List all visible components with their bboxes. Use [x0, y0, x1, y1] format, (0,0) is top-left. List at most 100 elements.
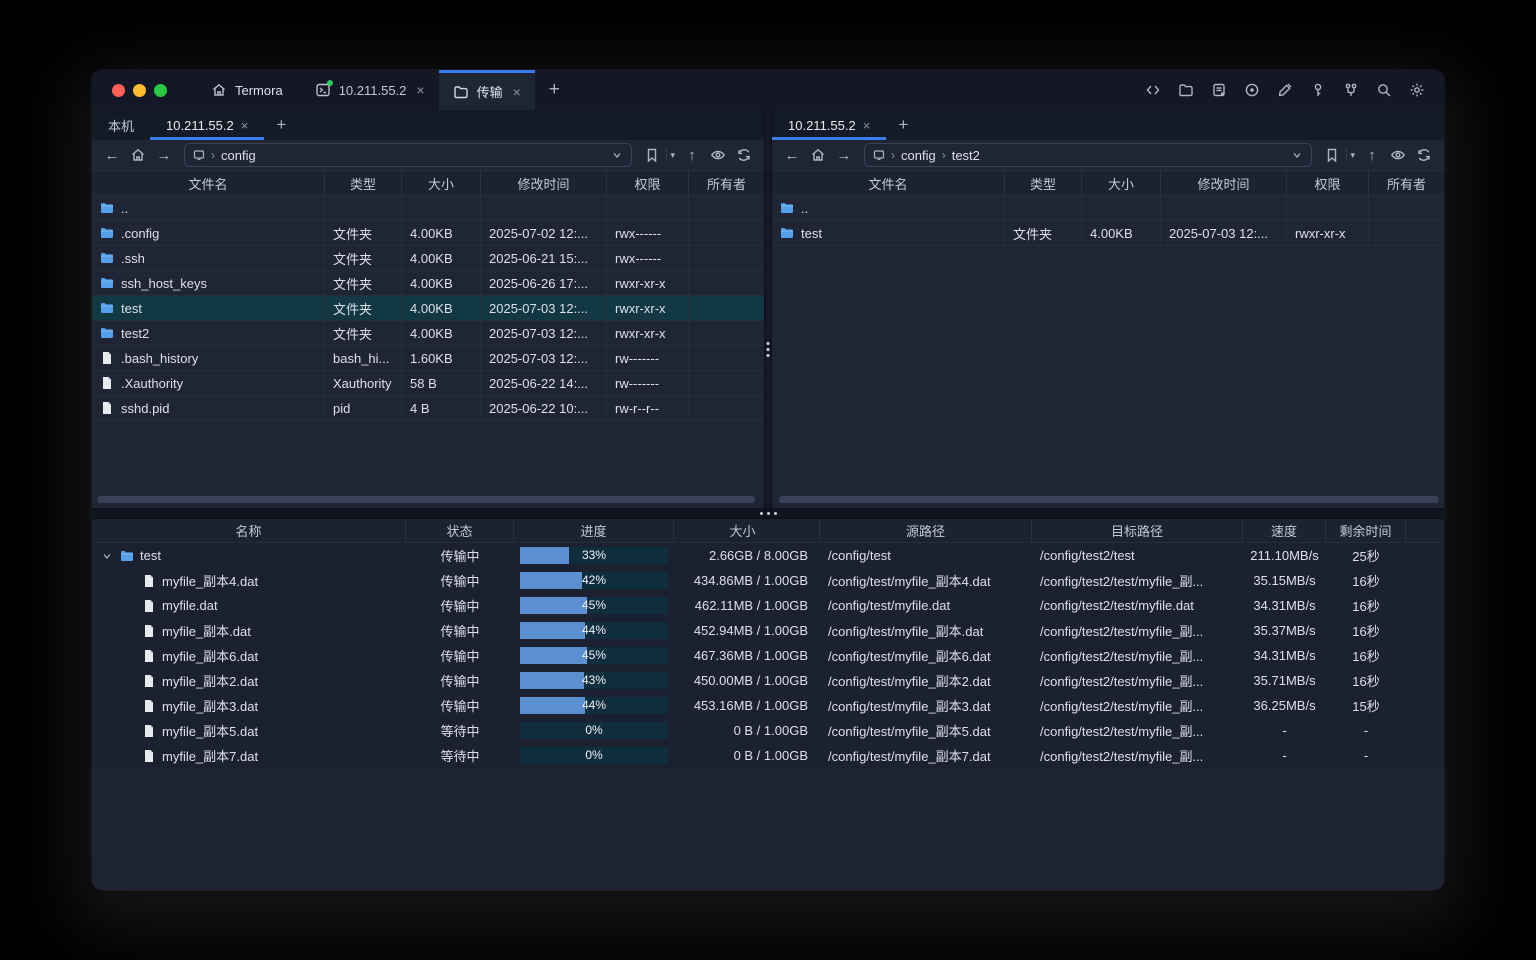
table-row[interactable]: ..: [772, 196, 1444, 221]
file-size: 4 B: [402, 396, 481, 420]
close-tab-icon[interactable]: ×: [241, 118, 249, 133]
path-segment[interactable]: config: [901, 148, 936, 163]
col-perm[interactable]: 权限: [607, 171, 689, 195]
edit-icon[interactable]: [1272, 77, 1298, 103]
table-row[interactable]: .config 文件夹 4.00KB 2025-07-02 12:... rwx…: [92, 221, 764, 246]
panel-splitter[interactable]: [764, 110, 772, 508]
home-button[interactable]: [126, 143, 150, 167]
table-row[interactable]: test 文件夹 4.00KB 2025-07-03 12:... rwxr-x…: [772, 221, 1444, 246]
bookmark-button[interactable]: [640, 143, 664, 167]
path-segment[interactable]: test2: [952, 148, 980, 163]
horizontal-scrollbar[interactable]: [779, 496, 1439, 503]
close-tab-icon[interactable]: ×: [513, 84, 521, 100]
new-tab-button[interactable]: +: [535, 70, 574, 110]
transfer-row[interactable]: myfile_副本7.dat 等待中 0% 0 B / 1.00GB /conf…: [92, 743, 1444, 768]
branch-icon[interactable]: [1338, 77, 1364, 103]
col-dst[interactable]: 目标路径: [1032, 519, 1243, 542]
col-status[interactable]: 状态: [406, 519, 514, 542]
col-owner[interactable]: 所有者: [689, 171, 764, 195]
caret-down-icon[interactable]: ▾: [666, 148, 678, 162]
table-row[interactable]: ..: [92, 196, 764, 221]
refresh-button[interactable]: [1412, 143, 1436, 167]
file-perm: [1287, 196, 1369, 220]
tab-remote[interactable]: 10.211.55.2 ×: [150, 110, 264, 140]
col-progress[interactable]: 进度: [514, 519, 674, 542]
transfer-row[interactable]: myfile_副本2.dat 传输中 43% 450.00MB / 1.00GB…: [92, 668, 1444, 693]
col-size[interactable]: 大小: [674, 519, 820, 542]
col-size[interactable]: 大小: [1082, 171, 1161, 195]
table-row[interactable]: .ssh 文件夹 4.00KB 2025-06-21 15:... rwx---…: [92, 246, 764, 271]
table-row[interactable]: .Xauthority Xauthority 58 B 2025-06-22 1…: [92, 371, 764, 396]
bookmark-button[interactable]: [1320, 143, 1344, 167]
col-src[interactable]: 源路径: [820, 519, 1032, 542]
col-mtime[interactable]: 修改时间: [481, 171, 607, 195]
close-tab-icon[interactable]: ×: [863, 118, 871, 133]
back-button[interactable]: ←: [780, 143, 804, 167]
col-filename[interactable]: 文件名: [772, 171, 1005, 195]
tab-local[interactable]: 本机: [92, 110, 150, 140]
file-perm: rwxr-xr-x: [607, 271, 689, 295]
transfer-row[interactable]: myfile_副本3.dat 传输中 44% 453.16MB / 1.00GB…: [92, 693, 1444, 718]
minimize-window-button[interactable]: [133, 84, 146, 97]
refresh-button[interactable]: [732, 143, 756, 167]
transfer-row[interactable]: myfile_副本4.dat 传输中 42% 434.86MB / 1.00GB…: [92, 568, 1444, 593]
transfer-row[interactable]: myfile.dat 传输中 45% 462.11MB / 1.00GB /co…: [92, 593, 1444, 618]
table-row[interactable]: .bash_history bash_hi... 1.60KB 2025-07-…: [92, 346, 764, 371]
col-speed[interactable]: 速度: [1243, 519, 1326, 542]
table-row[interactable]: sshd.pid pid 4 B 2025-06-22 10:... rw-r-…: [92, 396, 764, 421]
col-mtime[interactable]: 修改时间: [1161, 171, 1287, 195]
transfer-row[interactable]: myfile_副本.dat 传输中 44% 452.94MB / 1.00GB …: [92, 618, 1444, 643]
new-panel-tab-button[interactable]: +: [264, 110, 298, 140]
record-icon[interactable]: [1239, 77, 1265, 103]
table-row[interactable]: test2 文件夹 4.00KB 2025-07-03 12:... rwxr-…: [92, 321, 764, 346]
app-home-tab[interactable]: Termora: [193, 70, 301, 110]
breadcrumb[interactable]: ›config: [184, 143, 632, 167]
col-eta[interactable]: 剩余时间: [1326, 519, 1406, 542]
transfer-dst: /config/test2/test/myfile_副...: [1032, 643, 1243, 668]
tab-session[interactable]: 10.211.55.2 ×: [301, 70, 439, 110]
col-filename[interactable]: 文件名: [92, 171, 325, 195]
folder-icon[interactable]: [1173, 77, 1199, 103]
col-owner[interactable]: 所有者: [1369, 171, 1444, 195]
chevron-expand-icon[interactable]: [100, 550, 114, 562]
col-type[interactable]: 类型: [1005, 171, 1082, 195]
close-window-button[interactable]: [112, 84, 125, 97]
table-row[interactable]: test 文件夹 4.00KB 2025-07-03 12:... rwxr-x…: [92, 296, 764, 321]
upload-button[interactable]: ↑: [680, 143, 704, 167]
col-size[interactable]: 大小: [402, 171, 481, 195]
back-button[interactable]: ←: [100, 143, 124, 167]
path-segment[interactable]: config: [221, 148, 256, 163]
zoom-window-button[interactable]: [154, 84, 167, 97]
settings-icon[interactable]: [1404, 77, 1430, 103]
home-button[interactable]: [806, 143, 830, 167]
chevron-down-icon[interactable]: [1291, 149, 1303, 161]
log-icon[interactable]: [1206, 77, 1232, 103]
close-tab-icon[interactable]: ×: [416, 82, 424, 98]
tab-remote[interactable]: 10.211.55.2 ×: [772, 110, 886, 140]
show-hidden-button[interactable]: [706, 143, 730, 167]
col-perm[interactable]: 权限: [1287, 171, 1369, 195]
transfer-row[interactable]: test 传输中 33% 2.66GB / 8.00GB /config/tes…: [92, 543, 1444, 568]
forward-button[interactable]: →: [152, 143, 176, 167]
transfer-row[interactable]: myfile_副本6.dat 传输中 45% 467.36MB / 1.00GB…: [92, 643, 1444, 668]
horizontal-scrollbar[interactable]: [97, 496, 755, 503]
file-owner: [689, 396, 764, 420]
chevron-down-icon[interactable]: [611, 149, 623, 161]
table-row[interactable]: ssh_host_keys 文件夹 4.00KB 2025-06-26 17:.…: [92, 271, 764, 296]
code-icon[interactable]: [1140, 77, 1166, 103]
key-icon[interactable]: [1305, 77, 1331, 103]
show-hidden-button[interactable]: [1386, 143, 1410, 167]
upload-button[interactable]: ↑: [1360, 143, 1384, 167]
col-type[interactable]: 类型: [325, 171, 402, 195]
progress-bar: 33%: [520, 547, 668, 564]
search-icon[interactable]: [1371, 77, 1397, 103]
tab-transfer[interactable]: 传输 ×: [439, 70, 535, 110]
caret-down-icon[interactable]: ▾: [1346, 148, 1358, 162]
transfer-splitter[interactable]: [92, 508, 1444, 519]
traffic-lights: [92, 70, 193, 110]
breadcrumb[interactable]: ›config›test2: [864, 143, 1312, 167]
transfer-row[interactable]: myfile_副本5.dat 等待中 0% 0 B / 1.00GB /conf…: [92, 718, 1444, 743]
col-name[interactable]: 名称: [92, 519, 406, 542]
forward-button[interactable]: →: [832, 143, 856, 167]
new-panel-tab-button[interactable]: +: [886, 110, 920, 140]
